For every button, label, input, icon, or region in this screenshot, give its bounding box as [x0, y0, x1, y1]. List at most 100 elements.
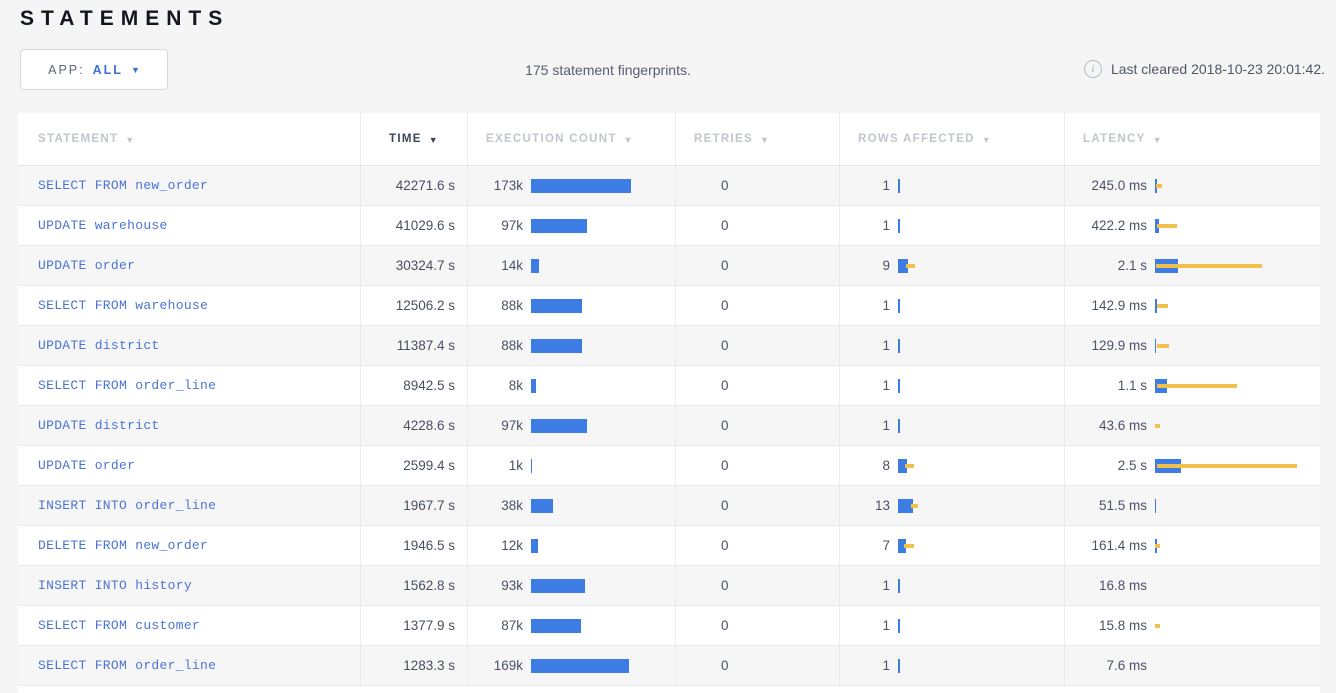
- statement-link[interactable]: UPDATE district: [18, 406, 360, 445]
- column-header-label: STATEMENT: [38, 133, 118, 145]
- execution-count-value: 97k: [468, 218, 523, 233]
- latency-bar-area: [1155, 459, 1320, 473]
- info-icon[interactable]: i: [1084, 60, 1102, 78]
- execution-count-bar: [531, 219, 587, 233]
- latency-cell: 142.9 ms: [1064, 286, 1320, 325]
- rows-affected-bar-area: [898, 499, 1064, 513]
- latency-bar-area: [1155, 579, 1320, 593]
- sort-caret-icon: ▼: [982, 135, 992, 145]
- statement-link[interactable]: SELECT FROM new_order: [18, 166, 360, 205]
- table-row: DELETE FROM new_order 1946.5 s 12k 0 7 1…: [18, 526, 1320, 566]
- statement-link[interactable]: UPDATE order: [18, 446, 360, 485]
- column-header-label: LATENCY: [1083, 133, 1146, 145]
- rows-affected-bar-area: [898, 459, 1064, 473]
- column-header-label: RETRIES: [694, 133, 753, 145]
- latency-cell: 7.6 ms: [1064, 646, 1320, 685]
- latency-bar-area: [1155, 619, 1320, 633]
- execution-count-bar: [531, 259, 539, 273]
- sort-caret-icon: ▼: [624, 135, 634, 145]
- latency-cell: 2.1 s: [1064, 246, 1320, 285]
- column-header-rows-affected[interactable]: ROWS AFFECTED ▼: [839, 113, 1064, 165]
- latency-cell: 129.9 ms: [1064, 326, 1320, 365]
- latency-value: 2.1 s: [1065, 258, 1147, 273]
- latency-value: 422.2 ms: [1065, 218, 1147, 233]
- execution-count-bar-area: [531, 259, 675, 273]
- execution-count-cell: 14k: [467, 246, 675, 285]
- rows-affected-bar-area: [898, 579, 1064, 593]
- latency-value: 51.5 ms: [1065, 498, 1147, 513]
- execution-count-bar: [531, 539, 538, 553]
- rows-affected-value: 1: [840, 178, 890, 193]
- execution-count-value: 93k: [468, 578, 523, 593]
- rows-affected-bar: [898, 419, 900, 433]
- execution-count-bar-area: [531, 579, 675, 593]
- latency-stddev-bar: [1157, 464, 1297, 468]
- latency-bar: [1155, 499, 1156, 513]
- statement-link[interactable]: SELECT FROM warehouse: [18, 286, 360, 325]
- statement-link[interactable]: INSERT INTO history: [18, 566, 360, 605]
- table-row: INSERT INTO history 1562.8 s 93k 0 1 16.…: [18, 566, 1320, 606]
- statement-link[interactable]: UPDATE warehouse: [18, 206, 360, 245]
- execution-count-cell: 88k: [467, 286, 675, 325]
- execution-count-bar-area: [531, 179, 675, 193]
- statement-link[interactable]: DELETE FROM new_order: [18, 526, 360, 565]
- rows-affected-value: 1: [840, 618, 890, 633]
- execution-count-value: 97k: [468, 418, 523, 433]
- statement-link[interactable]: INSERT INTO order_line: [18, 486, 360, 525]
- rows-affected-bar-area: [898, 259, 1064, 273]
- time-cell: 42271.6 s: [360, 166, 467, 205]
- execution-count-value: 173k: [468, 178, 523, 193]
- latency-bar: [1155, 339, 1156, 353]
- column-header-statement[interactable]: STATEMENT ▼: [18, 113, 360, 165]
- execution-count-cell: 87k: [467, 606, 675, 645]
- retries-cell: 0: [675, 446, 839, 485]
- retries-cell: 0: [675, 286, 839, 325]
- latency-bar-area: [1155, 499, 1320, 513]
- latency-stddev-bar: [1157, 344, 1169, 348]
- column-header-time[interactable]: TIME ▼: [360, 113, 467, 165]
- execution-count-bar-area: [531, 619, 675, 633]
- rows-affected-value: 1: [840, 418, 890, 433]
- statement-link[interactable]: SELECT FROM order_line: [18, 366, 360, 405]
- execution-count-bar-area: [531, 499, 675, 513]
- column-header-latency[interactable]: LATENCY ▼: [1064, 113, 1320, 165]
- latency-value: 142.9 ms: [1065, 298, 1147, 313]
- execution-count-bar: [531, 499, 553, 513]
- rows-affected-value: 1: [840, 298, 890, 313]
- rows-affected-stddev-bar: [911, 504, 918, 508]
- rows-affected-value: 8: [840, 458, 890, 473]
- rows-affected-value: 13: [840, 498, 890, 513]
- rows-affected-cell: 8: [839, 446, 1064, 485]
- rows-affected-value: 1: [840, 658, 890, 673]
- table-row: UPDATE order 30324.7 s 14k 0 9 2.1 s: [18, 246, 1320, 286]
- latency-cell: 422.2 ms: [1064, 206, 1320, 245]
- latency-stddev-bar: [1157, 224, 1177, 228]
- time-cell: 12506.2 s: [360, 286, 467, 325]
- rows-affected-cell: 1: [839, 566, 1064, 605]
- time-cell: 2599.4 s: [360, 446, 467, 485]
- statement-link[interactable]: UPDATE district: [18, 326, 360, 365]
- column-header-label: ROWS AFFECTED: [858, 133, 975, 145]
- column-header-retries[interactable]: RETRIES ▼: [675, 113, 839, 165]
- execution-count-cell: 12k: [467, 526, 675, 565]
- rows-affected-bar-area: [898, 339, 1064, 353]
- rows-affected-cell: 1: [839, 326, 1064, 365]
- latency-value: 15.8 ms: [1065, 618, 1147, 633]
- execution-count-bar: [531, 579, 585, 593]
- column-header-execution-count[interactable]: EXECUTION COUNT ▼: [467, 113, 675, 165]
- retries-cell: 0: [675, 166, 839, 205]
- statement-link[interactable]: SELECT FROM order_line: [18, 646, 360, 685]
- rows-affected-cell: 1: [839, 406, 1064, 445]
- execution-count-bar: [531, 339, 582, 353]
- latency-stddev-bar: [1156, 184, 1162, 188]
- statement-link[interactable]: UPDATE order: [18, 246, 360, 285]
- rows-affected-cell: 1: [839, 646, 1064, 685]
- table-row: UPDATE district 4228.6 s 97k 0 1 43.6 ms: [18, 406, 1320, 446]
- table-header-row: STATEMENT ▼ TIME ▼ EXECUTION COUNT ▼ RET…: [18, 113, 1320, 166]
- rows-affected-bar-area: [898, 619, 1064, 633]
- statement-link[interactable]: SELECT FROM customer: [18, 606, 360, 645]
- latency-value: 7.6 ms: [1065, 658, 1147, 673]
- latency-value: 43.6 ms: [1065, 418, 1147, 433]
- latency-value: 2.5 s: [1065, 458, 1147, 473]
- execution-count-bar: [531, 619, 581, 633]
